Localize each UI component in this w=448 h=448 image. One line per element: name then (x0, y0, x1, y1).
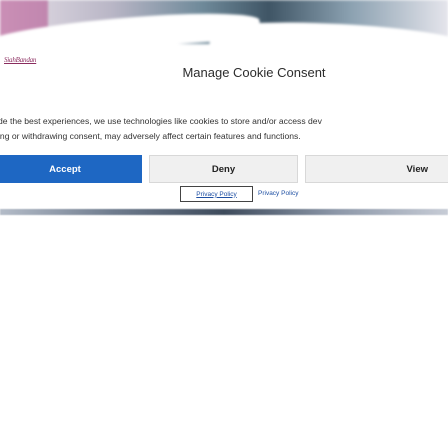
background-page-footer (0, 209, 448, 215)
description-line: ing or withdrawing consent, may adversel… (0, 131, 301, 141)
accept-button[interactable]: Accept (0, 155, 142, 183)
deny-button[interactable]: Deny (149, 155, 298, 183)
cookie-banner-title: Manage Cookie Consent (182, 65, 326, 80)
privacy-policy-link[interactable]: Privacy Policy (180, 186, 253, 202)
view-preferences-button[interactable]: View (305, 155, 448, 183)
cookie-button-row: Accept Deny View (0, 155, 448, 183)
background-site-logo: SiahBandan (4, 56, 37, 64)
privacy-policy-link-secondary[interactable]: Privacy Policy (258, 190, 298, 197)
description-line: de the best experiences, we use technolo… (0, 116, 322, 126)
background-page-header (0, 0, 448, 44)
